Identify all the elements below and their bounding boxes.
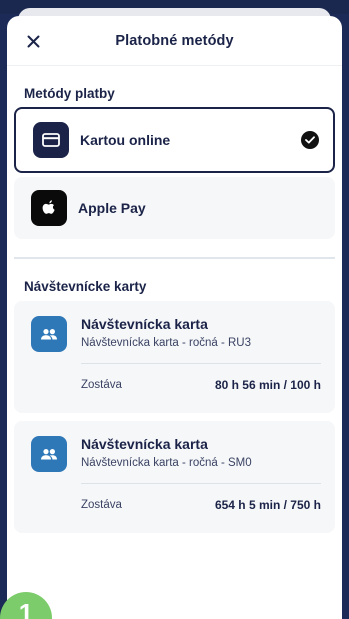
payment-methods-sheet: Platobné metódy Metódy platby Kartou onl… xyxy=(7,16,342,619)
sheet-header: Platobné metódy xyxy=(7,16,342,66)
users-icon xyxy=(31,436,67,472)
visitor-card-text: Návštevnícka karta Návštevnícka karta - … xyxy=(81,316,321,349)
remaining-value: 80 h 56 min / 100 h xyxy=(214,378,321,392)
remaining-label: Zostáva xyxy=(81,499,122,511)
method-label: Apple Pay xyxy=(78,200,146,216)
visitor-card-remaining-row: Zostáva 654 h 5 min / 750 h xyxy=(81,498,321,512)
visitor-card-divider xyxy=(81,483,321,484)
visitor-cards-list: Návštevnícka karta Návštevnícka karta - … xyxy=(7,301,342,533)
method-card-online[interactable]: Kartou online xyxy=(14,107,335,173)
visitor-cards-section-title: Návštevnícke karty xyxy=(24,279,147,294)
close-icon xyxy=(27,35,39,47)
visitor-card-divider xyxy=(81,363,321,364)
close-button[interactable] xyxy=(23,31,43,51)
credit-card-icon xyxy=(33,122,69,158)
methods-section-title: Metódy platby xyxy=(24,86,115,101)
remaining-label: Zostáva xyxy=(81,379,122,391)
payment-methods-list: Kartou online Apple Pay xyxy=(7,107,342,239)
users-icon xyxy=(31,316,67,352)
visitor-card-text: Návštevnícka karta Návštevnícka karta - … xyxy=(81,436,321,469)
apple-icon xyxy=(31,190,67,226)
visitor-card-name: Návštevnícka karta xyxy=(81,316,208,332)
visitor-card-subtitle: Návštevnícka karta - ročná - SM0 xyxy=(81,457,252,469)
remaining-value: 654 h 5 min / 750 h xyxy=(214,498,321,512)
visitor-card-remaining-row: Zostáva 80 h 56 min / 100 h xyxy=(81,378,321,392)
page-title: Platobné metódy xyxy=(115,32,234,49)
method-label: Kartou online xyxy=(80,132,171,148)
visitor-card-item[interactable]: Návštevnícka karta Návštevnícka karta - … xyxy=(14,421,335,533)
visitor-card-item[interactable]: Návštevnícka karta Návštevnícka karta - … xyxy=(14,301,335,413)
method-apple-pay[interactable]: Apple Pay xyxy=(14,177,335,239)
checkmark-icon xyxy=(301,131,319,149)
visitor-card-subtitle: Návštevnícka karta - ročná - RU3 xyxy=(81,337,252,349)
visitor-card-name: Návštevnícka karta xyxy=(81,436,208,452)
section-divider xyxy=(14,257,335,259)
